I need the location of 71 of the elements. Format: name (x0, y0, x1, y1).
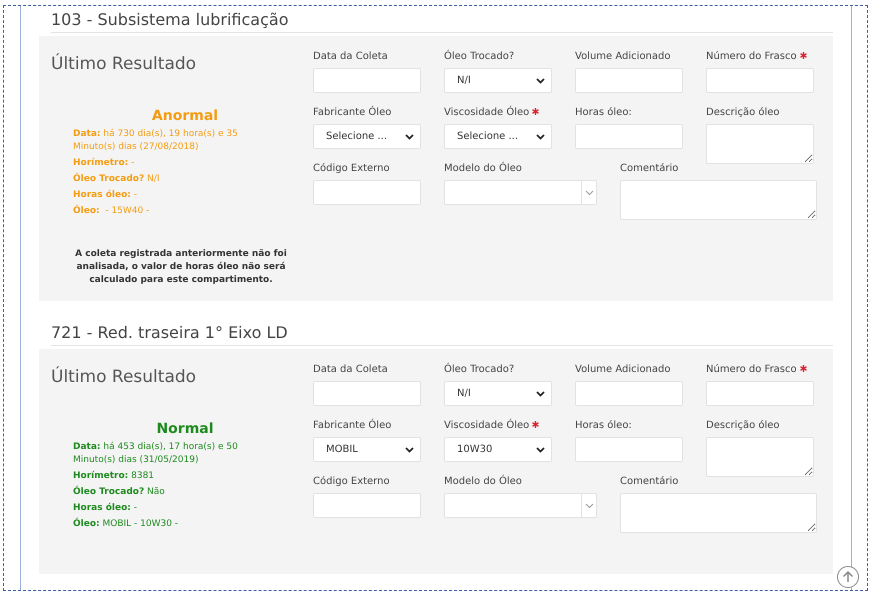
field-label: Modelo do Óleo (444, 162, 522, 176)
field-label: Óleo Trocado? (444, 363, 514, 377)
input-field[interactable] (575, 68, 683, 93)
result-line: Data: há 730 dia(s), 19 hora(s) e 35 Minuto(s) dias (27/08/2018) (73, 128, 239, 154)
input-field[interactable] (706, 381, 814, 406)
field-label: Viscosidade Óleo (444, 419, 530, 433)
input-field[interactable] (313, 180, 421, 205)
field-label: Horas óleo: (575, 106, 632, 120)
field-label: Horas óleo: (575, 419, 632, 433)
dropdown[interactable] (444, 180, 597, 205)
dropdown[interactable]: MOBIL (313, 437, 421, 462)
text-area[interactable] (706, 437, 814, 477)
field-label: Fabricante Óleo (313, 106, 392, 120)
field-label: Código Externo (313, 475, 390, 489)
field-label: Óleo Trocado? (444, 50, 514, 64)
caret-icon (405, 134, 414, 140)
field-label: Data da Coleta (313, 363, 388, 377)
dropdown[interactable]: N/I (444, 381, 552, 406)
result-line: Óleo Trocado? Não (73, 486, 166, 499)
caret-icon (536, 134, 545, 140)
input-field[interactable] (706, 68, 814, 93)
scroll-to-top-button[interactable] (837, 566, 859, 588)
result-note: A coleta registrada anteriormente não foi analisada, o valor de horas óleo não será calculado para este compartimento. (74, 248, 288, 287)
result-line: Data: há 453 dia(s), 17 hora(s) e 50 Minuto(s) dias (31/05/2019) (73, 441, 239, 467)
dropdown[interactable]: Selecione ... (313, 124, 421, 149)
field-label: Viscosidade Óleo (444, 106, 530, 120)
field-label: Fabricante Óleo (313, 419, 392, 433)
result-heading: Último Resultado (51, 54, 198, 74)
status-label: Normal (155, 421, 215, 437)
caret-icon (584, 190, 594, 196)
result-line: Óleo Trocado? N/I (73, 173, 160, 186)
result-line: Horímetro: 8381 (73, 470, 156, 483)
result-line: Óleo: MOBIL - 10W30 - (73, 518, 180, 531)
dropdown[interactable] (444, 493, 597, 518)
field-label: Volume Adicionado (575, 50, 670, 64)
text-area[interactable] (620, 180, 817, 220)
field-label: Data da Coleta (313, 50, 388, 64)
arrow-up-icon (841, 570, 855, 584)
field-label: Modelo do Óleo (444, 475, 522, 489)
caret-icon (405, 446, 414, 452)
section-title: 721 - Red. traseira 1° Eixo LD (51, 319, 833, 346)
field-label: Comentário (620, 162, 678, 176)
input-field[interactable] (313, 381, 421, 406)
field-label: Número do Frasco (706, 50, 797, 64)
text-area[interactable] (620, 493, 817, 533)
input-field[interactable] (575, 437, 683, 462)
field-label: Descrição óleo (706, 106, 780, 120)
caret-icon (536, 78, 545, 84)
input-field[interactable] (313, 493, 421, 518)
caret-icon (536, 446, 545, 452)
section-title: 103 - Subsistema lubrificação (51, 6, 833, 33)
text-area[interactable] (706, 124, 814, 164)
dropdown[interactable]: 10W30 (444, 437, 552, 462)
caret-icon (536, 390, 545, 396)
field-label: Comentário (620, 475, 678, 489)
input-field[interactable] (575, 124, 683, 149)
result-line: Óleo: - 15W40 - (73, 205, 150, 218)
dropdown[interactable]: N/I (444, 68, 552, 93)
result-heading: Último Resultado (51, 367, 198, 387)
caret-icon (584, 502, 594, 508)
status-label: Anormal (150, 108, 220, 124)
input-field[interactable] (575, 381, 683, 406)
result-line: Horímetro: - (73, 157, 136, 170)
dropdown[interactable]: Selecione ... (444, 124, 552, 149)
field-label: Número do Frasco (706, 363, 797, 377)
input-field[interactable] (313, 68, 421, 93)
result-line: Horas óleo: - (73, 502, 138, 515)
result-line: Horas óleo: - (73, 189, 138, 202)
field-label: Volume Adicionado (575, 363, 670, 377)
field-label: Descrição óleo (706, 419, 780, 433)
field-label: Código Externo (313, 162, 390, 176)
